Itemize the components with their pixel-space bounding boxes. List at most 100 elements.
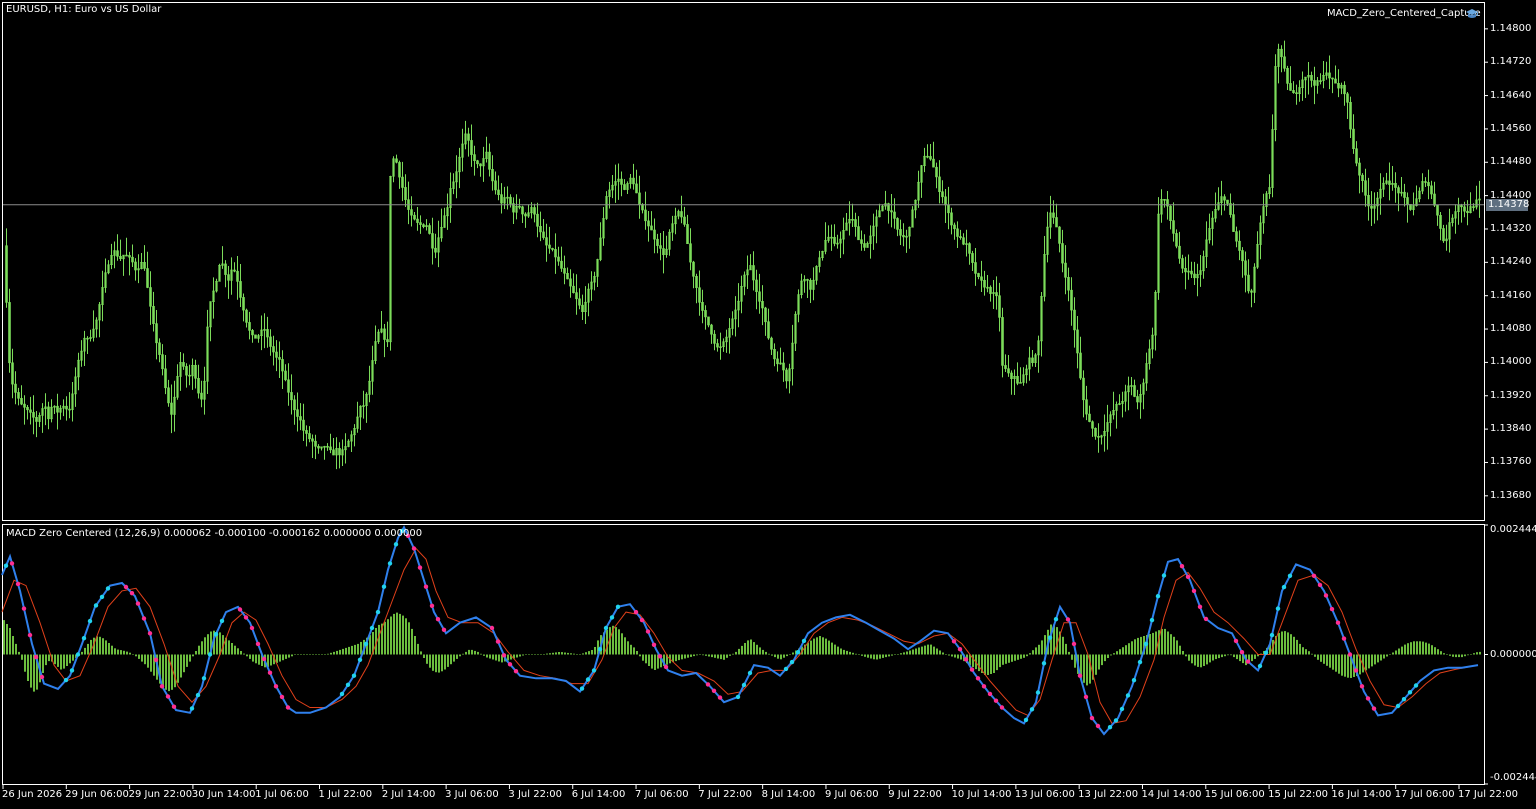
falling-dot (1179, 564, 1185, 569)
histogram-bar (855, 653, 857, 655)
histogram-bar (1002, 654, 1004, 665)
candle (212, 277, 215, 319)
histogram-bar (1479, 651, 1481, 655)
histogram-bar (636, 651, 638, 655)
candle (338, 442, 341, 469)
candle (1145, 352, 1148, 391)
candle (1088, 405, 1091, 423)
histogram-bar (570, 653, 572, 655)
candle (173, 380, 176, 432)
candle (179, 352, 182, 391)
histogram-bar (1029, 653, 1031, 655)
candle (266, 316, 269, 348)
candle (440, 208, 443, 242)
histogram-bar (105, 640, 107, 655)
candle (335, 437, 338, 470)
histogram-bar (351, 645, 353, 655)
candle (425, 219, 428, 231)
histogram-bar (285, 654, 287, 659)
candle (533, 203, 536, 223)
candle (659, 233, 662, 261)
candle (284, 364, 287, 382)
candle (1232, 202, 1235, 232)
candle (899, 219, 902, 245)
candle (551, 247, 554, 252)
x-tick-label: 7 Jul 06:00 (635, 789, 689, 800)
histogram-bar (642, 654, 644, 661)
candle (200, 380, 203, 408)
candle (224, 260, 227, 288)
falling-dot (969, 667, 975, 672)
histogram-bar (1038, 644, 1040, 655)
candle (206, 309, 209, 394)
falling-dot (711, 688, 717, 693)
rising-dot (1035, 690, 1041, 695)
candle (1271, 114, 1274, 198)
histogram-bar (1119, 649, 1121, 655)
histogram-bar (249, 654, 251, 659)
candle (14, 371, 17, 405)
candle (1349, 96, 1352, 138)
histogram-bar (1179, 645, 1181, 655)
macd-y-tick-label: 0.000000 (1490, 648, 1536, 660)
candle (272, 335, 275, 366)
candle (1475, 185, 1478, 210)
x-tick-label: 3 Jul 06:00 (445, 789, 499, 800)
x-tick-label: 9 Jul 06:00 (824, 789, 879, 800)
histogram-bar (1203, 654, 1205, 666)
candle (725, 329, 728, 353)
candle (761, 285, 764, 326)
y-tick-label: 1.14560 (1490, 122, 1532, 134)
histogram-bar (693, 654, 695, 657)
candle (1346, 92, 1349, 119)
falling-dot (1317, 582, 1323, 588)
candle (500, 183, 503, 214)
histogram-bar (1317, 654, 1319, 660)
histogram-bar (1152, 632, 1154, 655)
histogram-bar (645, 654, 647, 664)
histogram-bar (1209, 654, 1211, 663)
candle (536, 202, 539, 238)
chart-canvas[interactable] (0, 0, 1536, 806)
candle (734, 296, 737, 337)
candle (1394, 172, 1397, 203)
histogram-bar (780, 654, 782, 660)
histogram-bar (777, 654, 779, 659)
candle (638, 175, 641, 219)
candle (308, 426, 311, 443)
candle (755, 269, 758, 310)
histogram-bar (924, 645, 926, 655)
histogram-bar (81, 651, 83, 655)
candle (44, 393, 47, 426)
falling-dot (1245, 659, 1251, 664)
histogram-bar (687, 654, 689, 658)
candle (416, 207, 419, 231)
candle (587, 283, 590, 317)
histogram-bar (132, 654, 134, 655)
x-tick-label: 29 Jun 06:00 (65, 789, 129, 800)
candle (953, 222, 956, 240)
histogram-bar (1467, 654, 1469, 656)
histogram-bar (768, 653, 770, 655)
candle (1448, 208, 1451, 253)
candle (248, 311, 251, 340)
histogram-bar (765, 651, 767, 655)
candle (254, 334, 257, 339)
candle (158, 338, 161, 363)
candle (110, 243, 113, 270)
histogram-bar (1017, 654, 1019, 660)
candle (53, 405, 56, 414)
histogram-bar (558, 652, 560, 655)
candle (575, 274, 578, 315)
candle (329, 433, 332, 454)
candle (1415, 185, 1418, 207)
candle (1163, 199, 1166, 208)
candle (392, 156, 395, 183)
candle (908, 226, 911, 249)
candle (974, 248, 977, 286)
candle (860, 230, 863, 251)
candle (419, 215, 422, 234)
candle (239, 264, 242, 307)
candle (1211, 211, 1214, 246)
histogram-bar (1347, 654, 1349, 678)
